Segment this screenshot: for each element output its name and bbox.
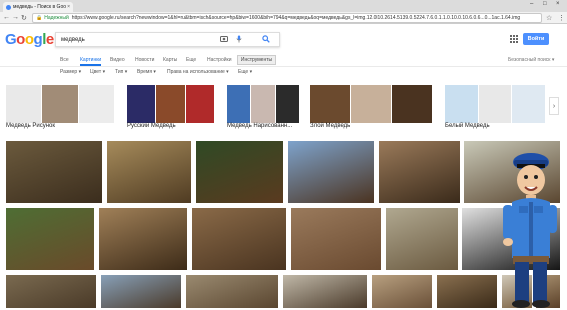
logo-letter: e bbox=[45, 31, 54, 48]
browser-tab-bar: медведь - Поиск в Goo × – □ × bbox=[0, 0, 567, 12]
related-item[interactable]: Белый Медведь bbox=[445, 85, 546, 133]
tab-more[interactable]: Еще bbox=[186, 57, 196, 63]
related-thumb bbox=[156, 85, 185, 123]
google-logo[interactable]: Google bbox=[5, 31, 54, 48]
apps-grid-icon[interactable] bbox=[510, 35, 518, 43]
result-image[interactable] bbox=[99, 208, 187, 270]
result-image[interactable] bbox=[437, 275, 497, 308]
result-image[interactable] bbox=[283, 275, 367, 308]
related-caption: Белый Медведь bbox=[445, 123, 490, 129]
search-tabs: Все Картинки Видео Новости Карты Еще Нас… bbox=[0, 55, 567, 67]
related-thumb bbox=[127, 85, 156, 123]
logo-letter: G bbox=[5, 31, 17, 48]
result-image[interactable] bbox=[379, 141, 460, 203]
related-thumb bbox=[275, 85, 299, 123]
forward-icon[interactable]: → bbox=[12, 14, 19, 21]
postman-mascot-image bbox=[500, 140, 560, 308]
tab-news[interactable]: Новости bbox=[135, 57, 154, 63]
result-image[interactable] bbox=[6, 275, 96, 308]
back-icon[interactable]: ← bbox=[3, 14, 10, 21]
result-image[interactable] bbox=[6, 141, 102, 203]
result-image[interactable] bbox=[101, 275, 181, 308]
tab-images[interactable]: Картинки bbox=[80, 57, 102, 66]
search-box[interactable]: медведь bbox=[55, 32, 280, 47]
google-favicon-icon bbox=[6, 4, 11, 10]
related-item[interactable]: Злой Медведь bbox=[310, 85, 432, 133]
related-caption: Медведь Рисунок bbox=[6, 123, 56, 129]
result-image[interactable] bbox=[288, 141, 374, 203]
related-thumb bbox=[78, 85, 114, 123]
tab-all[interactable]: Все bbox=[60, 57, 69, 63]
tab-settings[interactable]: Настройки bbox=[207, 57, 232, 63]
logo-letter: o bbox=[16, 31, 25, 48]
related-caption: Злой Медведь bbox=[310, 123, 351, 129]
bookmark-star-icon[interactable]: ☆ bbox=[546, 14, 552, 22]
related-thumb bbox=[512, 85, 546, 123]
related-item[interactable]: Русский Медведь bbox=[127, 85, 214, 133]
google-header: Google медведь Войти bbox=[0, 25, 567, 55]
camera-icon[interactable] bbox=[220, 35, 228, 44]
maximize-icon[interactable]: □ bbox=[543, 1, 547, 7]
url-text: https://www.google.ru/search?newwindow=1… bbox=[71, 15, 521, 21]
related-caption: Медведь Нарисованн... bbox=[227, 123, 293, 129]
related-caption: Русский Медведь bbox=[127, 123, 176, 129]
address-bar-row: ← → ↻ 🔒 Надежный https://www.google.ru/s… bbox=[0, 12, 567, 24]
filter-color[interactable]: Цвет ▾ bbox=[90, 69, 105, 75]
next-arrow-icon[interactable]: › bbox=[549, 97, 559, 115]
related-thumb bbox=[478, 85, 512, 123]
browser-menu-icon[interactable]: ⋮ bbox=[558, 14, 565, 22]
result-image[interactable] bbox=[107, 141, 191, 203]
related-thumb bbox=[251, 85, 275, 123]
search-icon[interactable] bbox=[262, 35, 270, 45]
tab-title: медведь - Поиск в Goo bbox=[13, 4, 67, 10]
filter-size[interactable]: Размер ▾ bbox=[60, 69, 81, 75]
logo-letter: o bbox=[24, 31, 34, 48]
result-image[interactable] bbox=[192, 208, 286, 270]
minimize-icon[interactable]: – bbox=[530, 1, 533, 7]
related-thumb bbox=[42, 85, 78, 123]
filter-rights[interactable]: Права на использование ▾ bbox=[167, 69, 229, 75]
related-thumb bbox=[6, 85, 42, 123]
tab-maps[interactable]: Карты bbox=[163, 57, 177, 63]
related-thumb bbox=[351, 85, 391, 123]
safesearch-toggle[interactable]: Безопасный поиск ▾ bbox=[508, 57, 554, 63]
tools-button[interactable]: Инструменты bbox=[237, 55, 276, 65]
result-image[interactable] bbox=[372, 275, 432, 308]
sign-in-button[interactable]: Войти bbox=[523, 33, 549, 45]
tab-close-icon[interactable]: × bbox=[67, 4, 70, 10]
microphone-icon[interactable] bbox=[236, 35, 242, 45]
tab-video[interactable]: Видео bbox=[110, 57, 125, 63]
related-thumb bbox=[392, 85, 432, 123]
related-thumb bbox=[185, 85, 214, 123]
result-image[interactable] bbox=[6, 208, 94, 270]
related-searches: Медведь Рисунок Русский Медведь Медведь … bbox=[0, 85, 567, 135]
filter-more[interactable]: Еще ▾ bbox=[238, 69, 252, 75]
related-item[interactable]: Медведь Рисунок bbox=[6, 85, 114, 133]
url-field[interactable]: 🔒 Надежный https://www.google.ru/search?… bbox=[32, 13, 542, 23]
result-image[interactable] bbox=[386, 208, 458, 270]
related-thumb bbox=[310, 85, 350, 123]
lock-icon: 🔒 bbox=[36, 15, 43, 21]
filter-type[interactable]: Тип ▾ bbox=[115, 69, 127, 75]
reload-icon[interactable]: ↻ bbox=[21, 14, 27, 22]
related-thumb bbox=[445, 85, 478, 123]
result-image[interactable] bbox=[291, 208, 381, 270]
logo-letter: g bbox=[33, 31, 43, 48]
related-thumb bbox=[227, 85, 251, 123]
filters-bar: Размер ▾ Цвет ▾ Тип ▾ Время ▾ Права на и… bbox=[0, 67, 567, 79]
search-input[interactable]: медведь bbox=[61, 37, 85, 43]
result-image[interactable] bbox=[196, 141, 283, 203]
filter-time[interactable]: Время ▾ bbox=[137, 69, 156, 75]
result-image[interactable] bbox=[186, 275, 278, 308]
browser-tab[interactable]: медведь - Поиск в Goo × bbox=[3, 2, 73, 12]
related-item[interactable]: Медведь Нарисованн... bbox=[227, 85, 299, 133]
secure-label: Надежный bbox=[44, 15, 69, 21]
close-window-icon[interactable]: × bbox=[556, 1, 560, 7]
